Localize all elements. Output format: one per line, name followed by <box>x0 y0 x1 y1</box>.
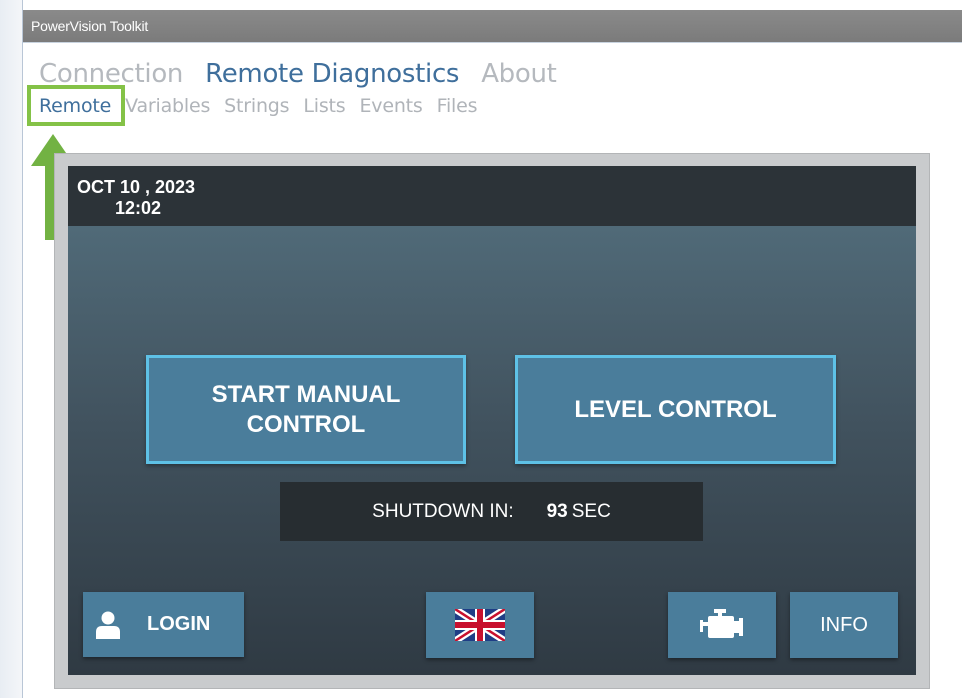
hmi-date: OCT 10 , 2023 <box>77 177 196 197</box>
tab-remote-diagnostics[interactable]: Remote Diagnostics <box>205 59 459 93</box>
language-button[interactable] <box>426 592 534 658</box>
info-label: INFO <box>820 613 868 636</box>
window-titlebar: PowerVision Toolkit <box>23 10 962 42</box>
start-manual-label-line2: CONTROL <box>246 410 366 438</box>
shutdown-unit: SEC <box>571 500 611 522</box>
shutdown-label: SHUTDOWN IN: <box>372 500 514 522</box>
start-manual-label-line1: START MANUAL <box>211 380 401 408</box>
uk-flag-icon <box>455 609 505 641</box>
level-control-label: LEVEL CONTROL <box>574 395 777 423</box>
level-control-button[interactable]: LEVEL CONTROL <box>515 355 836 464</box>
hmi-time: 12:02 <box>115 198 162 218</box>
engine-button[interactable] <box>668 592 776 658</box>
window-title: PowerVision Toolkit <box>31 18 149 34</box>
remote-highlight-box <box>27 85 125 126</box>
start-manual-control-button[interactable]: START MANUAL CONTROL <box>146 355 466 464</box>
login-label: LOGIN <box>147 613 211 635</box>
engine-icon <box>700 609 743 638</box>
hmi-frame: OCT 10 , 2023 12:02 START MANUAL CONTROL… <box>54 153 930 689</box>
subtab-variables[interactable]: Variables <box>125 95 210 119</box>
subtab-events[interactable]: Events <box>359 95 422 119</box>
hmi-header: OCT 10 , 2023 12:02 <box>68 166 916 226</box>
info-button[interactable]: INFO <box>790 592 898 658</box>
tab-about[interactable]: About <box>481 59 557 93</box>
subtab-files[interactable]: Files <box>437 95 478 119</box>
login-button[interactable]: LOGIN <box>83 592 244 657</box>
app-content: Connection Remote Diagnostics About Remo… <box>23 42 962 698</box>
user-icon <box>96 611 120 639</box>
shutdown-value: 93 <box>546 500 568 522</box>
subtab-strings[interactable]: Strings <box>224 95 289 119</box>
shutdown-countdown: SHUTDOWN IN: 93 SEC <box>280 482 703 541</box>
subtab-lists[interactable]: Lists <box>303 95 345 119</box>
hmi-screen: OCT 10 , 2023 12:02 START MANUAL CONTROL… <box>68 166 916 675</box>
